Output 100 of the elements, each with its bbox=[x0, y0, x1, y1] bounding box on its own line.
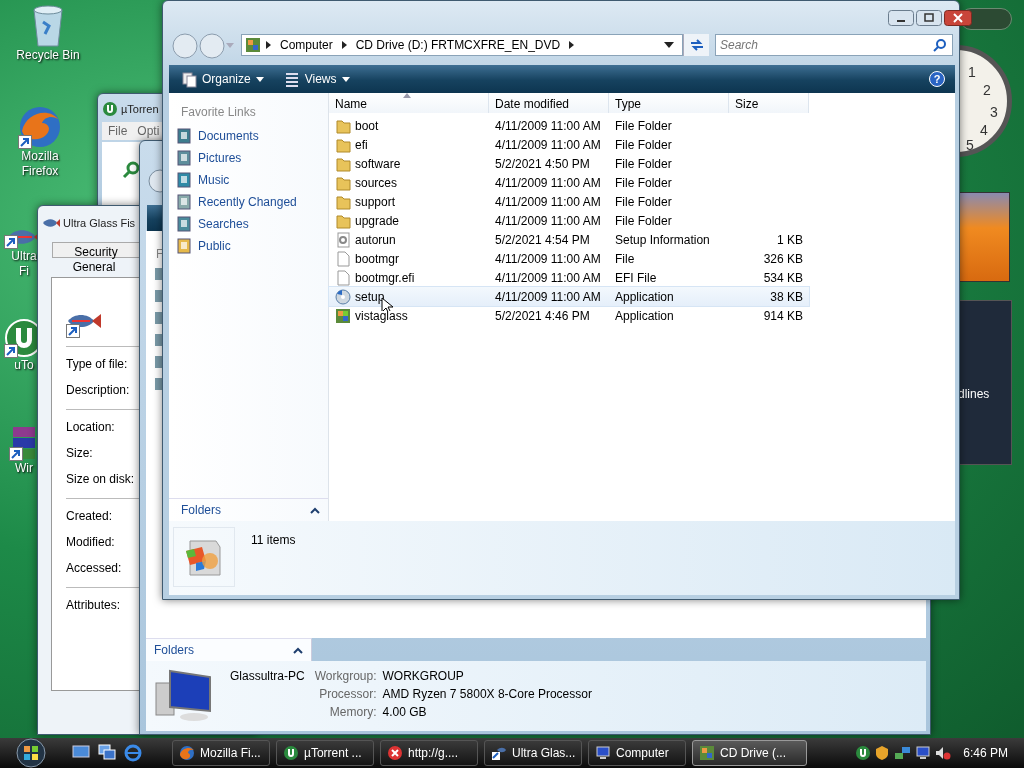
toolbar-button[interactable]: Views bbox=[277, 70, 356, 88]
taskbar-button[interactable]: Computer bbox=[588, 740, 686, 766]
date-cell-text: 5/2/2021 4:54 PM bbox=[494, 231, 591, 249]
torrent-icon[interactable] bbox=[855, 745, 872, 761]
column-header[interactable]: Type bbox=[609, 93, 729, 113]
favorite-link[interactable]: Documents bbox=[177, 125, 259, 147]
search-icon[interactable] bbox=[933, 38, 947, 52]
chevron-up-icon bbox=[293, 646, 303, 654]
clock-numeral: 4 bbox=[980, 123, 988, 138]
monitor-icon bbox=[595, 745, 611, 761]
folder-icon bbox=[335, 155, 351, 172]
type-cell-text: Setup Information bbox=[614, 231, 711, 249]
type-cell-text: EFI File bbox=[614, 269, 658, 287]
date-cell-text: 4/11/2009 11:00 AM bbox=[494, 269, 602, 287]
file-name: sources bbox=[355, 174, 398, 192]
date-cell-text: 4/11/2009 11:00 AM bbox=[494, 136, 602, 154]
file-row[interactable]: efi 4/11/2009 11:00 AM File Folder bbox=[329, 135, 809, 154]
type-cell-text: File Folder bbox=[614, 117, 673, 135]
icon-label[interactable]: Wir bbox=[15, 461, 33, 476]
file-name: software bbox=[355, 155, 401, 173]
clock-numeral: 2 bbox=[983, 83, 991, 98]
search-icon[interactable] bbox=[122, 160, 140, 179]
desktop-icon[interactable] bbox=[72, 744, 90, 760]
date-cell-text: 4/11/2009 11:00 AM bbox=[494, 212, 602, 230]
menu-item[interactable]: Opti bbox=[137, 122, 160, 140]
folder-icon bbox=[335, 174, 351, 191]
file-icon bbox=[335, 269, 351, 286]
refresh-icon[interactable] bbox=[688, 38, 705, 52]
favorite-link[interactable]: Recently Changed bbox=[177, 191, 297, 213]
breadcrumb-item[interactable]: Computer bbox=[276, 36, 337, 54]
monitor-icon[interactable] bbox=[915, 745, 932, 761]
field-label: Size on disk: bbox=[66, 471, 135, 488]
folder-icon bbox=[335, 193, 351, 210]
date-cell-text: 5/2/2021 4:50 PM bbox=[494, 155, 591, 173]
library-icon bbox=[177, 172, 191, 188]
column-header[interactable]: Name bbox=[329, 93, 489, 113]
torrent-icon bbox=[283, 745, 299, 761]
library-icon bbox=[177, 128, 191, 144]
dropdown-arrow-icon[interactable] bbox=[664, 42, 674, 48]
search-field[interactable]: Search bbox=[715, 34, 953, 56]
file-row[interactable]: upgrade 4/11/2009 11:00 AM File Folder bbox=[329, 211, 809, 230]
taskbar-button[interactable]: CD Drive (... bbox=[692, 740, 807, 766]
field-label: Created: bbox=[66, 508, 113, 525]
window-logo-icon bbox=[699, 745, 715, 761]
taskbar-button[interactable]: µTorrent ... bbox=[276, 740, 374, 766]
file-row[interactable]: setup 4/11/2009 11:00 AM Application 38 KB bbox=[329, 287, 809, 306]
caret-icon bbox=[341, 76, 350, 82]
address-bar[interactable]: Computer CD Drive (D:) FRTMCXFRE_EN_DVD bbox=[241, 34, 683, 56]
column-header[interactable]: Size bbox=[729, 93, 809, 113]
library-icon bbox=[177, 194, 191, 210]
taskbar-button[interactable]: Mozilla Fi... bbox=[172, 740, 270, 766]
browser-e-icon[interactable] bbox=[124, 744, 142, 762]
favorite-link[interactable]: Public bbox=[177, 235, 231, 257]
chevron-right-icon bbox=[568, 40, 576, 50]
file-row[interactable]: support 4/11/2009 11:00 AM File Folder bbox=[329, 192, 809, 211]
file-row[interactable]: software 5/2/2021 4:50 PM File Folder bbox=[329, 154, 809, 173]
favorite-link[interactable]: Music bbox=[177, 169, 230, 191]
tab[interactable]: Security bbox=[52, 242, 140, 258]
speaker-muted-icon[interactable] bbox=[935, 745, 952, 761]
taskbar-button[interactable]: http://g.... bbox=[380, 740, 478, 766]
type-cell-text: File bbox=[614, 250, 636, 268]
maximize-icon[interactable] bbox=[916, 10, 942, 26]
file-row[interactable]: autorun 5/2/2021 4:54 PM Setup Information 1 KB bbox=[329, 230, 809, 249]
file-name: boot bbox=[355, 117, 379, 135]
list-view-icon bbox=[283, 70, 300, 88]
clock-numeral: 3 bbox=[990, 105, 998, 120]
network-icon[interactable] bbox=[893, 745, 912, 761]
field-label: Description: bbox=[66, 382, 130, 399]
field-label: Accessed: bbox=[66, 560, 122, 577]
file-name: upgrade bbox=[355, 212, 400, 230]
chevron-up-icon[interactable] bbox=[310, 506, 320, 514]
shield-icon[interactable] bbox=[875, 745, 890, 761]
file-row[interactable]: vistaglass 5/2/2021 4:46 PM Application 914 KB bbox=[329, 306, 809, 325]
globe-icon bbox=[179, 745, 195, 761]
favorite-link[interactable]: Searches bbox=[177, 213, 249, 235]
favorite-link[interactable]: Pictures bbox=[177, 147, 242, 169]
file-row[interactable]: bootmgr.efi 4/11/2009 11:00 AM EFI File 534 KB bbox=[329, 268, 809, 287]
window-title: µTorren bbox=[121, 101, 159, 117]
field-label: Type of file: bbox=[66, 356, 128, 373]
file-row[interactable]: boot 4/11/2009 11:00 AM File Folder bbox=[329, 116, 809, 135]
date-cell-text: 4/11/2009 11:00 AM bbox=[494, 193, 602, 211]
tab[interactable]: General bbox=[52, 258, 136, 276]
folders-bar[interactable]: Folders bbox=[146, 638, 312, 661]
file-row[interactable]: bootmgr 4/11/2009 11:00 AM File 326 KB bbox=[329, 249, 809, 268]
size-cell-text: 1 KB bbox=[776, 231, 804, 249]
file-row[interactable]: sources 4/11/2009 11:00 AM File Folder bbox=[329, 173, 809, 192]
windows-icon[interactable] bbox=[98, 744, 116, 760]
folder-icon bbox=[335, 212, 351, 229]
taskbar-button[interactable]: Ultra Glas... bbox=[484, 740, 582, 766]
menu-item[interactable]: File bbox=[108, 122, 128, 140]
computer-icon bbox=[245, 37, 261, 53]
toolbar-button[interactable]: Organize bbox=[175, 70, 270, 88]
breadcrumb-item[interactable]: CD Drive (D:) FRTMCXFRE_EN_DVD bbox=[351, 36, 565, 54]
type-cell-text: File Folder bbox=[614, 212, 673, 230]
help-button[interactable]: ? bbox=[929, 71, 945, 87]
pane-heading: Favorite Links bbox=[180, 104, 256, 121]
minimize-icon[interactable] bbox=[888, 10, 914, 26]
back-button-icon[interactable] bbox=[148, 169, 162, 193]
close-icon[interactable] bbox=[944, 10, 972, 26]
column-header[interactable]: Date modified bbox=[489, 93, 609, 113]
